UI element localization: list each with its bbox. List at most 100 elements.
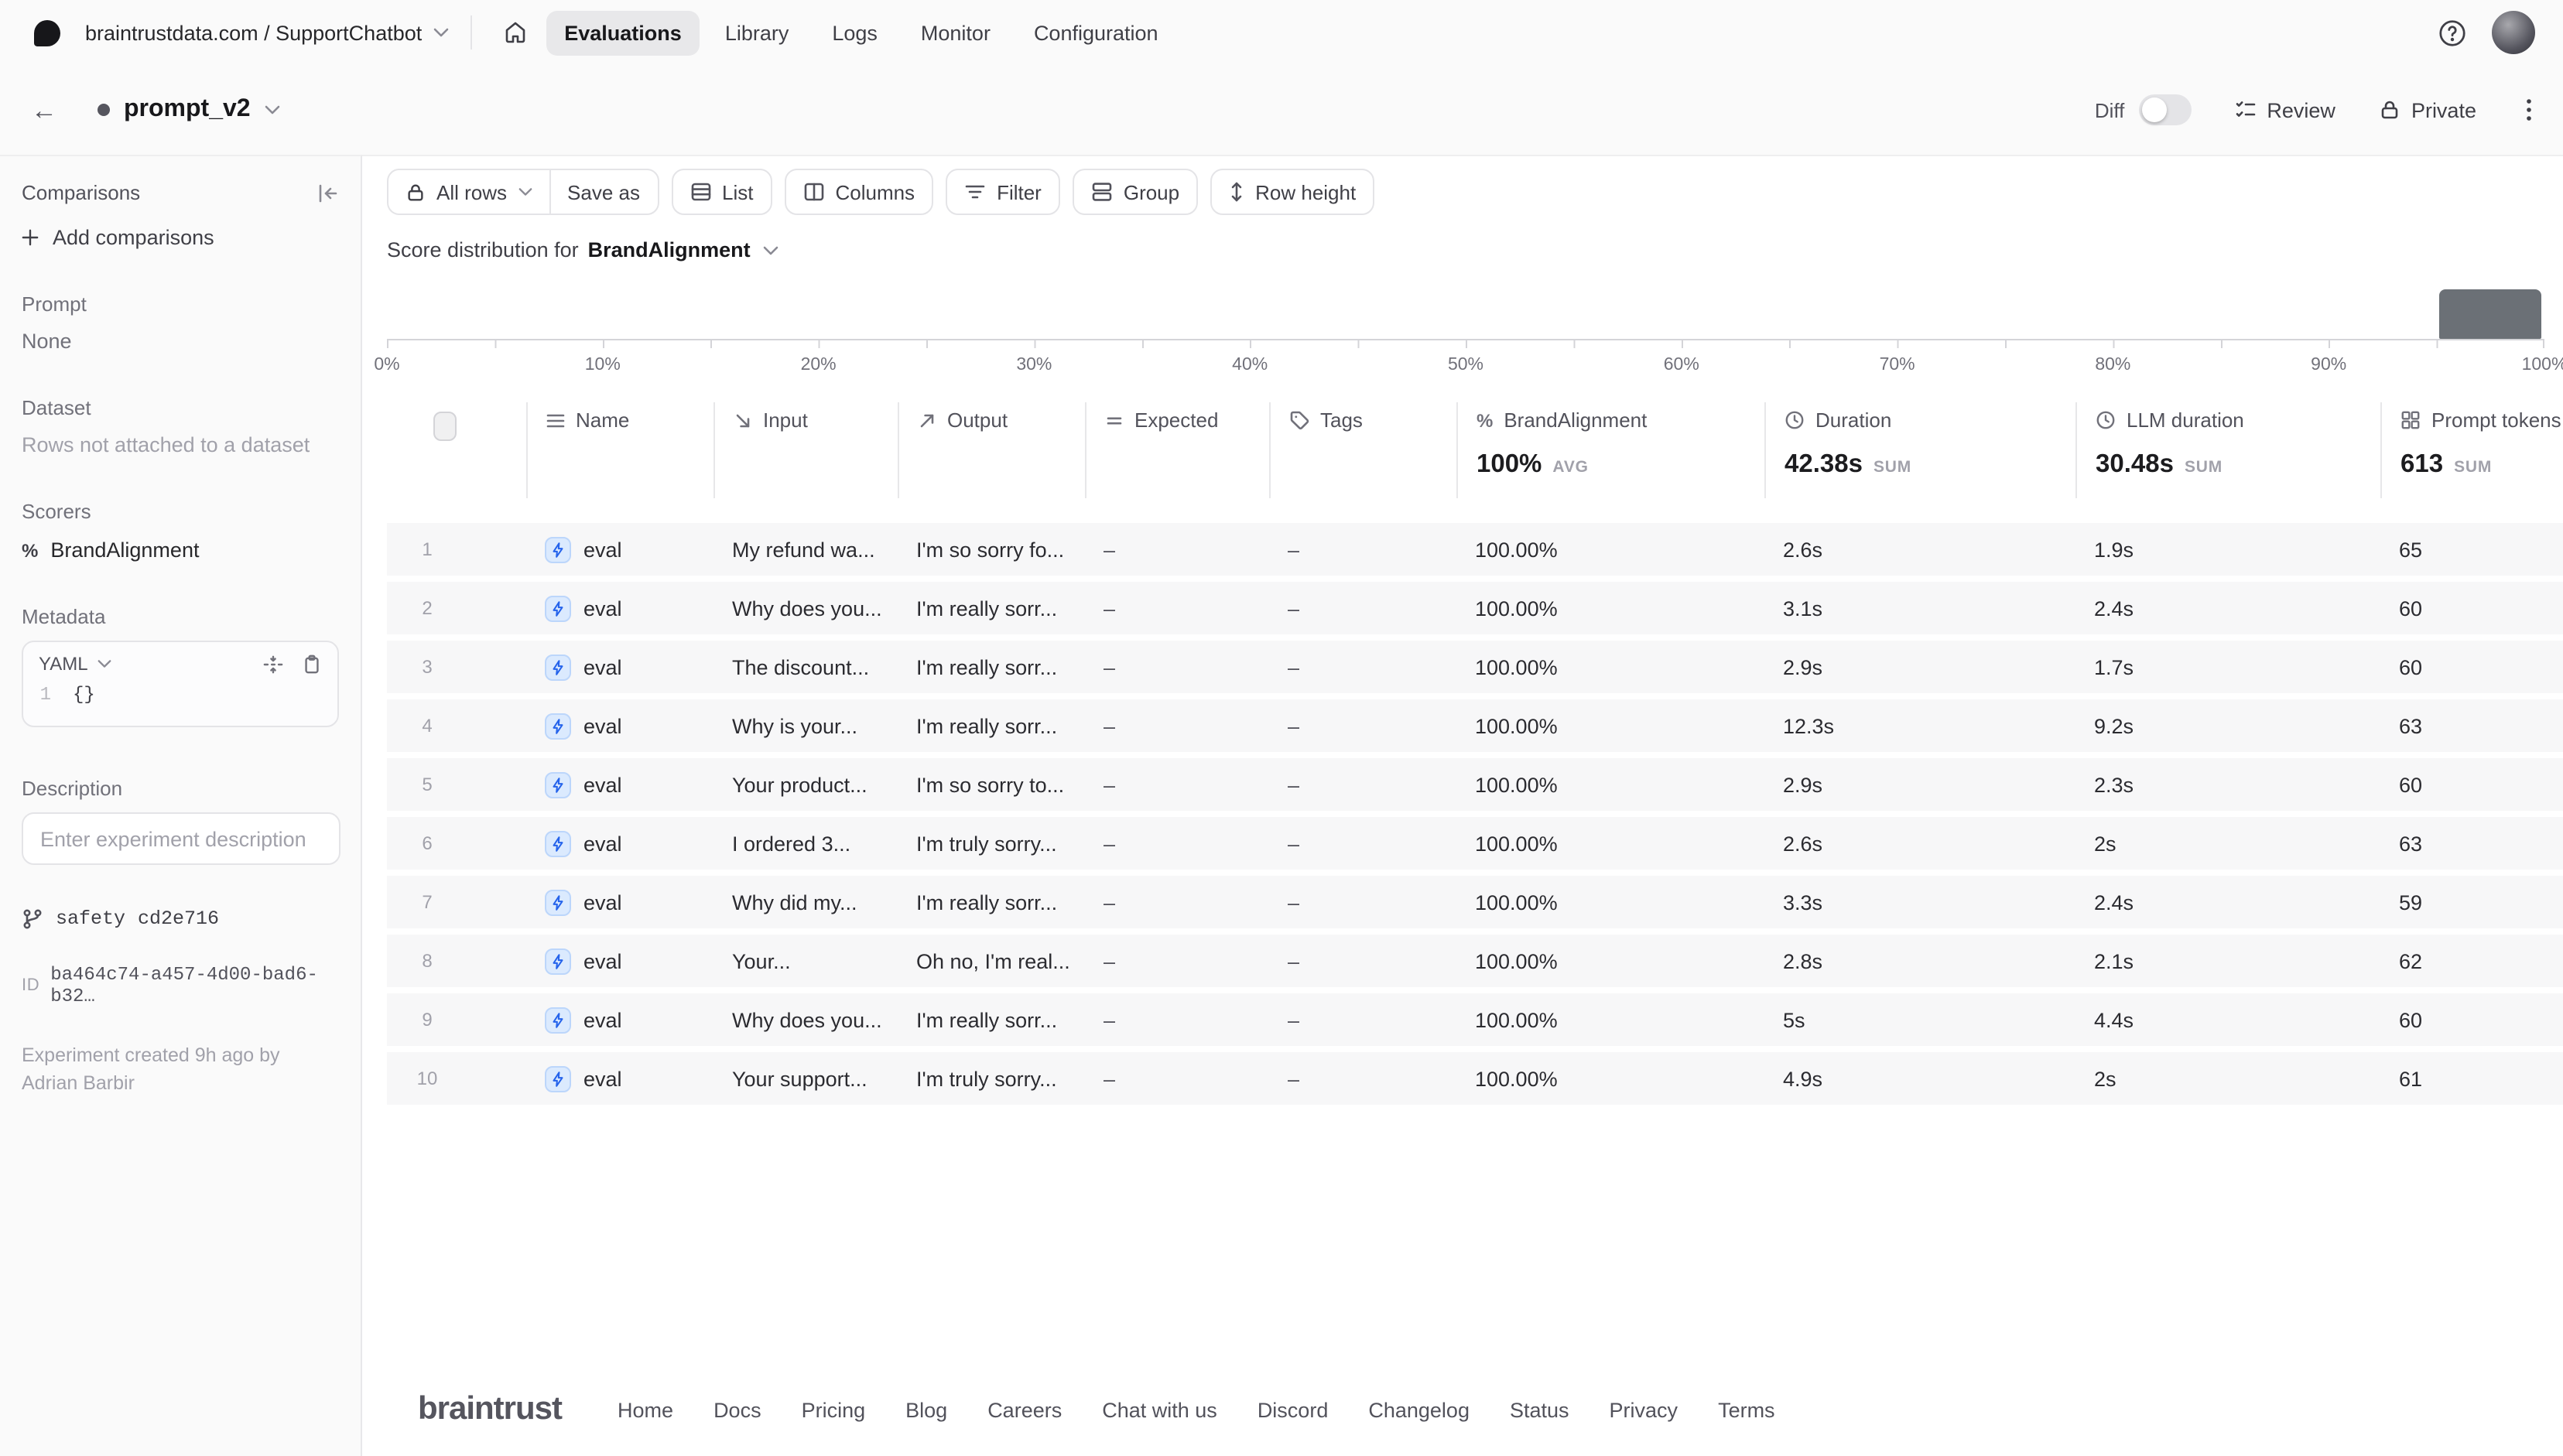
columns-button[interactable]: Columns bbox=[784, 169, 933, 215]
all-rows-button[interactable]: All rows bbox=[388, 170, 550, 214]
column-header-input[interactable]: Input bbox=[713, 402, 898, 498]
braintrust-logo-icon[interactable] bbox=[34, 19, 60, 46]
cell-llm-duration: 2.3s bbox=[2075, 773, 2380, 796]
more-options-button[interactable] bbox=[2520, 97, 2538, 122]
score-distribution-prefix: Score distribution for bbox=[387, 238, 579, 261]
footer-link-blog[interactable]: Blog bbox=[905, 1398, 947, 1421]
scorer-item[interactable]: % BrandAlignment bbox=[22, 538, 339, 562]
table-row[interactable]: 10 eval Your support... I'm truly sorry.… bbox=[387, 1052, 2563, 1105]
table-row[interactable]: 1 eval My refund wa... I'm so sorry fo..… bbox=[387, 523, 2563, 576]
eval-badge-icon bbox=[545, 1065, 571, 1092]
footer-link-privacy[interactable]: Privacy bbox=[1610, 1398, 1678, 1421]
cell-input: Your support... bbox=[713, 1067, 898, 1090]
footer-link-status[interactable]: Status bbox=[1510, 1398, 1569, 1421]
header-select-cell bbox=[387, 402, 526, 498]
home-button[interactable] bbox=[493, 11, 536, 54]
grid-cells-icon bbox=[2400, 410, 2421, 430]
cell-name: eval bbox=[526, 654, 713, 680]
footer-link-careers[interactable]: Careers bbox=[987, 1398, 1062, 1421]
tab-logs[interactable]: Logs bbox=[813, 10, 896, 55]
eval-badge-icon bbox=[545, 595, 571, 621]
list-view-button[interactable]: List bbox=[671, 169, 772, 215]
column-header-prompt-tokens[interactable]: Prompt tokens 613 SUM bbox=[2380, 402, 2563, 498]
tab-monitor[interactable]: Monitor bbox=[902, 10, 1009, 55]
collapse-sidebar-button[interactable] bbox=[317, 183, 339, 202]
footer-link-chat[interactable]: Chat with us bbox=[1102, 1398, 1217, 1421]
breadcrumb[interactable]: braintrustdata.com / SupportChatbot bbox=[85, 21, 448, 44]
save-as-button[interactable]: Save as bbox=[550, 170, 657, 214]
score-distribution-chart: 0% 10% 20% 30% 40% 50% 60% 70% 80% 90% 1… bbox=[387, 274, 2544, 381]
footer-link-terms[interactable]: Terms bbox=[1718, 1398, 1775, 1421]
column-header-name[interactable]: Name bbox=[526, 402, 713, 498]
format-code-button[interactable] bbox=[263, 654, 283, 674]
git-commit-hash: cd2e716 bbox=[138, 908, 219, 930]
percent-icon: % bbox=[22, 539, 38, 561]
footer-link-discord[interactable]: Discord bbox=[1258, 1398, 1329, 1421]
private-button[interactable]: Private bbox=[2379, 98, 2476, 121]
column-header-duration[interactable]: Duration 42.38s SUM bbox=[1764, 402, 2075, 498]
column-header-tags[interactable]: Tags bbox=[1269, 402, 1456, 498]
cell-output: I'm truly sorry... bbox=[898, 1067, 1085, 1090]
footer-link-pricing[interactable]: Pricing bbox=[802, 1398, 866, 1421]
review-button[interactable]: Review bbox=[2234, 98, 2335, 121]
row-index: 10 bbox=[387, 1068, 467, 1089]
help-button[interactable] bbox=[2438, 18, 2467, 47]
table-row[interactable]: 7 eval Why did my... I'm really sorr... … bbox=[387, 876, 2563, 928]
diff-toggle[interactable] bbox=[2138, 94, 2191, 125]
footer-link-home[interactable]: Home bbox=[618, 1398, 673, 1421]
select-all-checkbox[interactable] bbox=[433, 412, 457, 441]
table-row[interactable]: 6 eval I ordered 3... I'm truly sorry... bbox=[387, 817, 2563, 870]
user-avatar[interactable] bbox=[2492, 11, 2535, 54]
tab-evaluations[interactable]: Evaluations bbox=[546, 10, 700, 55]
table-row[interactable]: 3 eval The discount... I'm really sorr..… bbox=[387, 641, 2563, 693]
histogram-bar-95-100[interactable] bbox=[2440, 289, 2541, 339]
footer-link-changelog[interactable]: Changelog bbox=[1368, 1398, 1470, 1421]
git-branch-icon bbox=[22, 908, 43, 930]
filter-button[interactable]: Filter bbox=[946, 169, 1060, 215]
cell-tags: – bbox=[1269, 1067, 1456, 1090]
table-row[interactable]: 8 eval Your... Oh no, I'm real... – bbox=[387, 935, 2563, 987]
description-input[interactable] bbox=[22, 812, 340, 865]
eval-badge-icon bbox=[545, 1007, 571, 1033]
score-distribution-selector[interactable]: Score distribution for BrandAlignment bbox=[387, 238, 778, 261]
top-navigation: braintrustdata.com / SupportChatbot Eval… bbox=[0, 0, 2563, 65]
tab-configuration[interactable]: Configuration bbox=[1015, 10, 1177, 55]
footer-link-docs[interactable]: Docs bbox=[713, 1398, 761, 1421]
cell-duration: 12.3s bbox=[1764, 714, 2075, 737]
lightning-bolt-icon bbox=[549, 658, 566, 675]
cell-name: eval bbox=[526, 595, 713, 621]
eval-badge-icon bbox=[545, 948, 571, 974]
tab-library[interactable]: Library bbox=[707, 10, 808, 55]
git-branch-name: safety bbox=[56, 908, 125, 930]
column-header-llm-duration[interactable]: LLM duration 30.48s SUM bbox=[2075, 402, 2380, 498]
experiment-id-row[interactable]: ID ba464c74-a457-4d00-bad6-b32… bbox=[22, 964, 339, 1007]
group-button[interactable]: Group bbox=[1073, 169, 1198, 215]
back-button[interactable]: ← bbox=[28, 91, 60, 129]
row-height-button[interactable]: Row height bbox=[1210, 169, 1374, 215]
save-as-label: Save as bbox=[567, 180, 640, 203]
column-header-brandalignment[interactable]: % BrandAlignment 100% AVG bbox=[1456, 402, 1764, 498]
comparisons-title: Comparisons bbox=[22, 181, 140, 204]
git-info[interactable]: safety cd2e716 bbox=[22, 908, 339, 930]
add-comparisons-button[interactable]: Add comparisons bbox=[22, 226, 214, 249]
metadata-format-select[interactable]: YAML bbox=[39, 653, 111, 675]
table-row[interactable]: 5 eval Your product... I'm so sorry to..… bbox=[387, 758, 2563, 811]
table-row[interactable]: 2 eval Why does you... I'm really sorr..… bbox=[387, 582, 2563, 634]
cell-score: 100.00% bbox=[1456, 949, 1764, 972]
group-icon bbox=[1091, 181, 1113, 203]
table-row[interactable]: 9 eval Why does you... I'm really sorr..… bbox=[387, 993, 2563, 1046]
copy-button[interactable] bbox=[302, 654, 322, 674]
column-header-expected[interactable]: Expected bbox=[1085, 402, 1269, 498]
experiment-switcher[interactable]: prompt_v2 bbox=[98, 96, 280, 124]
percent-icon: % bbox=[1477, 409, 1493, 431]
metadata-editor[interactable]: YAML 1 bbox=[22, 641, 339, 727]
column-header-output[interactable]: Output bbox=[898, 402, 1085, 498]
cell-prompt-tokens: 63 bbox=[2380, 714, 2563, 737]
cell-tags: – bbox=[1269, 1008, 1456, 1031]
x-tick-label: 70% bbox=[1880, 356, 1915, 374]
metadata-format-label: YAML bbox=[39, 653, 88, 675]
sidebar: Comparisons Add comparisons Prompt None … bbox=[0, 155, 362, 1456]
cell-output: I'm really sorr... bbox=[898, 714, 1085, 737]
table-row[interactable]: 4 eval Why is your... I'm really sorr... bbox=[387, 699, 2563, 752]
tag-icon bbox=[1289, 410, 1309, 430]
